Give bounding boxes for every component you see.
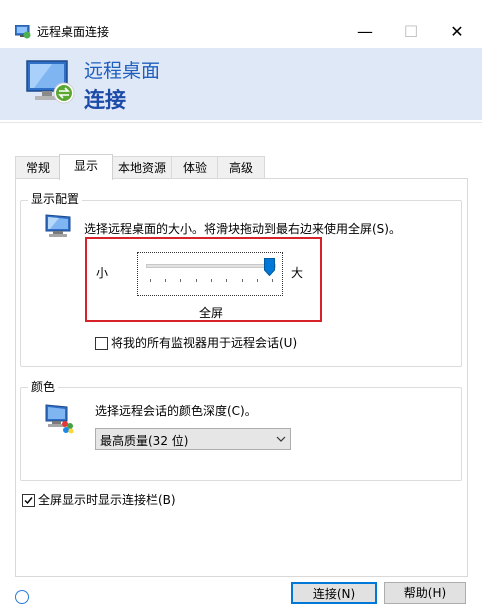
slider-ticks — [150, 279, 273, 282]
color-depth-value: 最高质量(32 位) — [100, 434, 189, 448]
connect-button[interactable]: 连接(N) — [291, 582, 377, 604]
close-button[interactable]: ✕ — [434, 17, 480, 47]
minimize-button[interactable]: — — [342, 17, 388, 47]
banner-title-line1: 远程桌面 — [84, 60, 161, 82]
remote-desktop-logo-icon — [26, 60, 75, 104]
colors-title: 颜色 — [28, 380, 59, 394]
help-button[interactable]: 帮助(H) — [384, 582, 466, 604]
display-size-slider[interactable] — [146, 264, 276, 268]
monitor-icon — [45, 214, 71, 237]
maximize-button[interactable]: ☐ — [388, 17, 434, 47]
banner-title-line2: 连接 — [84, 88, 126, 112]
multi-monitor-checkbox[interactable] — [95, 337, 108, 350]
slider-value-label: 全屏 — [199, 306, 224, 320]
checkmark-icon — [24, 497, 33, 505]
show-options-icon[interactable] — [15, 590, 29, 604]
color-palette-monitor-icon — [45, 404, 74, 434]
banner-divider — [0, 122, 482, 123]
tab-display[interactable]: 显示 — [59, 154, 113, 180]
window-title: 远程桌面连接 — [37, 25, 110, 39]
slider-focus-rect — [137, 252, 283, 296]
slider-thumb[interactable] — [264, 258, 275, 276]
tab-advanced[interactable]: 高级 — [217, 156, 265, 179]
slider-min-label: 小 — [96, 266, 109, 280]
display-config-title: 显示配置 — [28, 192, 83, 206]
connection-bar-checkbox[interactable] — [22, 494, 35, 507]
tab-local-resources[interactable]: 本地资源 — [111, 156, 173, 179]
connection-bar-label[interactable]: 全屏显示时显示连接栏(B) — [38, 493, 176, 507]
chevron-down-icon — [276, 436, 286, 442]
multi-monitor-label[interactable]: 将我的所有监视器用于远程会话(U) — [111, 336, 297, 350]
display-size-description: 选择远程桌面的大小。将滑块拖动到最右边来使用全屏(S)。 — [84, 222, 401, 236]
remote-desktop-app-icon — [15, 25, 31, 39]
slider-max-label: 大 — [291, 266, 304, 280]
color-depth-description: 选择远程会话的颜色深度(C)。 — [95, 404, 257, 418]
tab-experience[interactable]: 体验 — [171, 156, 219, 179]
tab-general[interactable]: 常规 — [15, 156, 61, 179]
color-depth-select[interactable]: 最高质量(32 位) — [95, 428, 291, 450]
